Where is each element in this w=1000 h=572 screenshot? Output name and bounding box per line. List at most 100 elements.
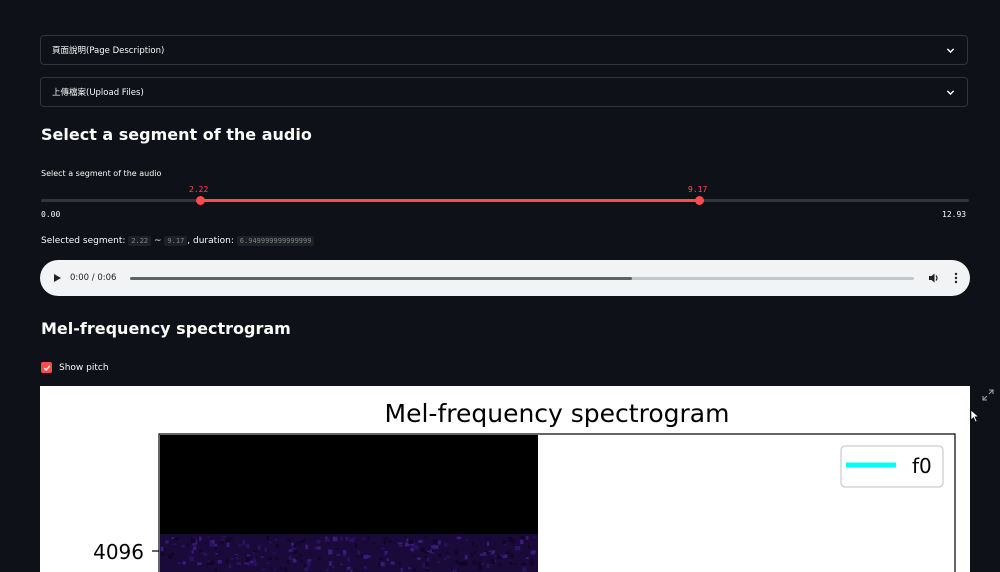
spectrogram-cell bbox=[364, 566, 367, 570]
spectrogram-cell bbox=[212, 541, 215, 545]
more-options-icon[interactable] bbox=[954, 272, 958, 284]
spectrogram-cell bbox=[215, 552, 219, 555]
checkmark-icon bbox=[43, 364, 50, 371]
spectrogram-cell bbox=[288, 555, 292, 561]
spectrogram-cell bbox=[345, 536, 349, 541]
spectrogram-cell bbox=[511, 541, 515, 543]
page-description-expander[interactable]: 頁面說明(Page Description) bbox=[40, 35, 968, 65]
spectrogram-cell bbox=[269, 541, 272, 544]
upload-files-expander[interactable]: 上傳檔案(Upload Files) bbox=[40, 77, 968, 107]
spectrogram-cell bbox=[302, 539, 306, 542]
spectrogram-cell bbox=[206, 536, 211, 538]
spectrogram-cell bbox=[526, 536, 529, 540]
expander-label: 上傳檔案(Upload Files) bbox=[52, 88, 144, 98]
audio-progress-fill bbox=[130, 276, 632, 280]
spectrogram-cell bbox=[424, 536, 428, 538]
spectrogram-cell bbox=[242, 540, 246, 545]
spectrogram-cell bbox=[253, 558, 256, 564]
spectrogram-cell bbox=[475, 545, 478, 548]
spectrogram-cell bbox=[525, 557, 529, 560]
play-icon[interactable] bbox=[52, 273, 62, 283]
slider-low-thumb[interactable] bbox=[196, 196, 205, 205]
spectrogram-cell bbox=[264, 547, 268, 552]
spectrogram-cell bbox=[234, 553, 238, 556]
spectrogram-cell bbox=[352, 537, 356, 539]
spectrogram-cell bbox=[340, 536, 343, 541]
slider-low-value: 2.22 bbox=[189, 185, 209, 194]
spectrogram-cell bbox=[437, 561, 441, 563]
spectrogram-cell bbox=[521, 563, 527, 566]
fullscreen-icon[interactable] bbox=[982, 389, 994, 401]
spectrogram-cell bbox=[462, 561, 468, 566]
spectrogram-cell bbox=[342, 549, 347, 555]
spectrogram-cell bbox=[357, 550, 360, 555]
spectrogram-cell bbox=[443, 558, 447, 561]
spectrogram-cell bbox=[230, 558, 234, 560]
y-tick-label: 4096 bbox=[93, 540, 144, 564]
spectrogram-cell bbox=[425, 568, 429, 572]
spectrogram-cell bbox=[204, 542, 208, 544]
spectrogram-cell bbox=[251, 563, 254, 566]
spectrogram-cell bbox=[522, 567, 527, 572]
spectrogram-cell bbox=[288, 549, 293, 552]
spectrogram-cell bbox=[480, 553, 484, 556]
spectrogram-cell bbox=[390, 561, 395, 565]
duration-text: , duration: bbox=[187, 236, 234, 246]
spectrogram-cell bbox=[305, 544, 309, 550]
spectrogram-cell bbox=[328, 549, 333, 555]
spectrogram-cell bbox=[307, 564, 311, 567]
spectrogram-cell bbox=[272, 552, 276, 554]
spectrogram-cell bbox=[261, 568, 266, 571]
chart-title: Mel-frequency spectrogram bbox=[385, 399, 730, 428]
spectrogram-cell bbox=[530, 550, 536, 554]
spectrogram-cell bbox=[328, 561, 332, 566]
spectrogram-cell bbox=[413, 545, 419, 550]
spectrogram-cell bbox=[447, 556, 450, 559]
segment-start-code: 2.22 bbox=[128, 236, 152, 246]
spectrogram-cell bbox=[519, 539, 524, 545]
spectrogram-cell bbox=[257, 545, 261, 550]
spectrogram-cell bbox=[465, 539, 469, 542]
spectrogram-cell bbox=[203, 552, 208, 556]
spectrogram-cell bbox=[246, 554, 250, 557]
spectrogram-cell bbox=[261, 556, 264, 559]
spectrogram-cell bbox=[215, 547, 218, 550]
spectrogram-cell bbox=[433, 539, 438, 544]
spectrogram-cell bbox=[406, 538, 409, 542]
spectrogram-cell bbox=[266, 536, 270, 540]
spectrogram-cell bbox=[431, 549, 435, 553]
spectrogram-cell bbox=[383, 552, 387, 556]
spectrogram-cell bbox=[332, 536, 338, 542]
spectrogram-cell bbox=[422, 562, 426, 568]
spectrogram-cell bbox=[416, 557, 421, 560]
spectrogram-cell bbox=[424, 556, 428, 559]
spectrogram-cell bbox=[478, 566, 483, 571]
spectrogram-cell bbox=[464, 555, 468, 560]
spectrogram-cell bbox=[213, 544, 218, 547]
spectrogram-cell bbox=[355, 569, 359, 571]
spectrogram-cell bbox=[171, 543, 177, 545]
spectrogram-cell bbox=[513, 563, 518, 565]
segment-end-code: 9.17 bbox=[164, 236, 188, 246]
show-pitch-checkbox[interactable] bbox=[41, 362, 52, 373]
spectrogram-section-title: Mel-frequency spectrogram bbox=[41, 319, 291, 338]
spectrogram-cell bbox=[161, 552, 165, 556]
slider-max-label: 12.93 bbox=[942, 210, 967, 219]
audio-progress-bar[interactable] bbox=[130, 276, 914, 280]
volume-icon[interactable] bbox=[928, 272, 940, 284]
spectrogram-cell bbox=[253, 549, 258, 552]
spectrogram-cell bbox=[502, 539, 507, 544]
spectrogram-cell bbox=[275, 538, 278, 541]
spectrogram-cell bbox=[456, 536, 461, 540]
chevron-down-icon bbox=[946, 89, 955, 95]
legend-label-f0: f0 bbox=[912, 454, 932, 478]
spectrogram-cell bbox=[367, 536, 371, 540]
spectrogram-cell bbox=[284, 567, 288, 572]
spectrogram-cell bbox=[363, 554, 369, 559]
spectrogram-cell bbox=[379, 558, 383, 560]
spectrogram-cell bbox=[408, 539, 414, 545]
spectrogram-cell bbox=[296, 541, 302, 545]
spectrogram-cell bbox=[332, 565, 335, 569]
slider-high-thumb[interactable] bbox=[695, 196, 704, 205]
audio-time: 0:00 / 0:06 bbox=[70, 273, 117, 283]
